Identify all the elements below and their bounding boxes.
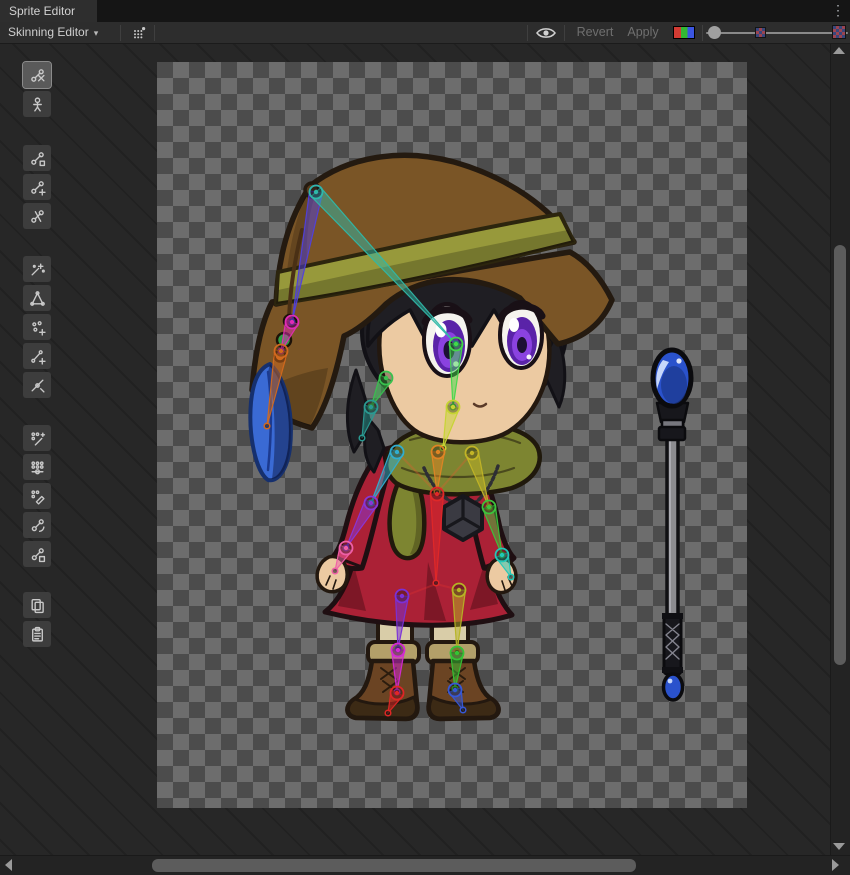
- eye-icon: [536, 26, 556, 40]
- sprite-influence-tool-button[interactable]: [23, 541, 51, 567]
- auto-geometry-icon: [29, 261, 46, 278]
- vertical-scrollbar-thumb[interactable]: [834, 245, 846, 665]
- scroll-up-icon[interactable]: [833, 47, 845, 54]
- rgb-channels-icon: [674, 27, 694, 38]
- create-bone-tool-button[interactable]: [23, 174, 51, 200]
- staff-sprite: [653, 350, 691, 700]
- tab-bar: Sprite Editor ⋮: [0, 0, 850, 22]
- create-vertex-icon: [29, 319, 46, 336]
- kebab-menu-icon[interactable]: ⋮: [830, 0, 846, 22]
- toolbar-separator: [120, 25, 121, 41]
- weight-slider-icon: [29, 459, 46, 476]
- edit-geometry-icon: [29, 290, 46, 307]
- create-edge-tool-button[interactable]: [23, 343, 51, 369]
- character-mode-tool-button[interactable]: [23, 91, 51, 117]
- edit-bone-tool-button[interactable]: [23, 145, 51, 171]
- split-bone-icon: [29, 208, 46, 225]
- reset-pose-icon: [29, 67, 46, 84]
- toolbar-separator: [564, 25, 565, 41]
- bone-influence-tool-button[interactable]: [23, 512, 51, 538]
- scroll-down-icon[interactable]: [833, 843, 845, 850]
- weight-slider-tool-button[interactable]: [23, 454, 51, 480]
- tab-sprite-editor[interactable]: Sprite Editor: [0, 0, 97, 22]
- copy-tool-button[interactable]: [23, 592, 51, 618]
- split-edge-tool-button[interactable]: [23, 372, 51, 398]
- skinning-editor-label: Skinning Editor: [8, 25, 89, 39]
- auto-geometry-tool-button[interactable]: [23, 256, 51, 282]
- character-head: [250, 155, 612, 480]
- character-icon: [29, 96, 46, 113]
- scroll-left-icon[interactable]: [5, 859, 12, 871]
- sprite-editor-window: Sprite Editor ⋮ Skinning Editor▾ Revert …: [0, 0, 850, 875]
- character-sprite: [157, 62, 747, 808]
- pixel-grid-icon: [131, 25, 147, 41]
- edit-geometry-tool-button[interactable]: [23, 285, 51, 311]
- mip-checker-small-icon[interactable]: [755, 27, 766, 38]
- auto-weights-icon: [29, 430, 46, 447]
- skinning-editor-dropdown[interactable]: Skinning Editor ▾: [8, 22, 98, 44]
- paste-icon: [29, 626, 46, 643]
- weight-brush-icon: [29, 488, 46, 505]
- split-bone-tool-button[interactable]: [23, 203, 51, 229]
- zoom-slider-knob[interactable]: [708, 26, 721, 39]
- create-edge-icon: [29, 348, 46, 365]
- paste-tool-button[interactable]: [23, 621, 51, 647]
- toolbar-separator: [702, 25, 703, 41]
- mip-checker-large-icon[interactable]: [832, 25, 846, 39]
- toolbar-separator: [527, 25, 528, 41]
- sprite-sheet-button[interactable]: [127, 22, 151, 44]
- revert-button[interactable]: Revert: [572, 22, 618, 44]
- color-channels-button[interactable]: [673, 26, 695, 39]
- apply-button[interactable]: Apply: [622, 22, 664, 44]
- sprite-influence-icon: [29, 546, 46, 563]
- weight-brush-tool-button[interactable]: [23, 483, 51, 509]
- copy-icon: [29, 597, 46, 614]
- auto-weights-tool-button[interactable]: [23, 425, 51, 451]
- split-edge-icon: [29, 377, 46, 394]
- bone-influence-icon: [29, 517, 46, 534]
- create-vertex-tool-button[interactable]: [23, 314, 51, 340]
- reset-pose-tool-button[interactable]: [23, 62, 51, 88]
- scroll-right-icon[interactable]: [832, 859, 839, 871]
- toolbar-separator: [154, 25, 155, 41]
- edit-bone-icon: [29, 150, 46, 167]
- create-bone-icon: [29, 179, 46, 196]
- visibility-button[interactable]: [533, 22, 559, 44]
- sprite-canvas[interactable]: [157, 62, 747, 808]
- horizontal-scrollbar-thumb[interactable]: [152, 859, 636, 872]
- chevron-down-icon: ▾: [94, 28, 99, 38]
- zoom-slider-track[interactable]: [706, 32, 848, 34]
